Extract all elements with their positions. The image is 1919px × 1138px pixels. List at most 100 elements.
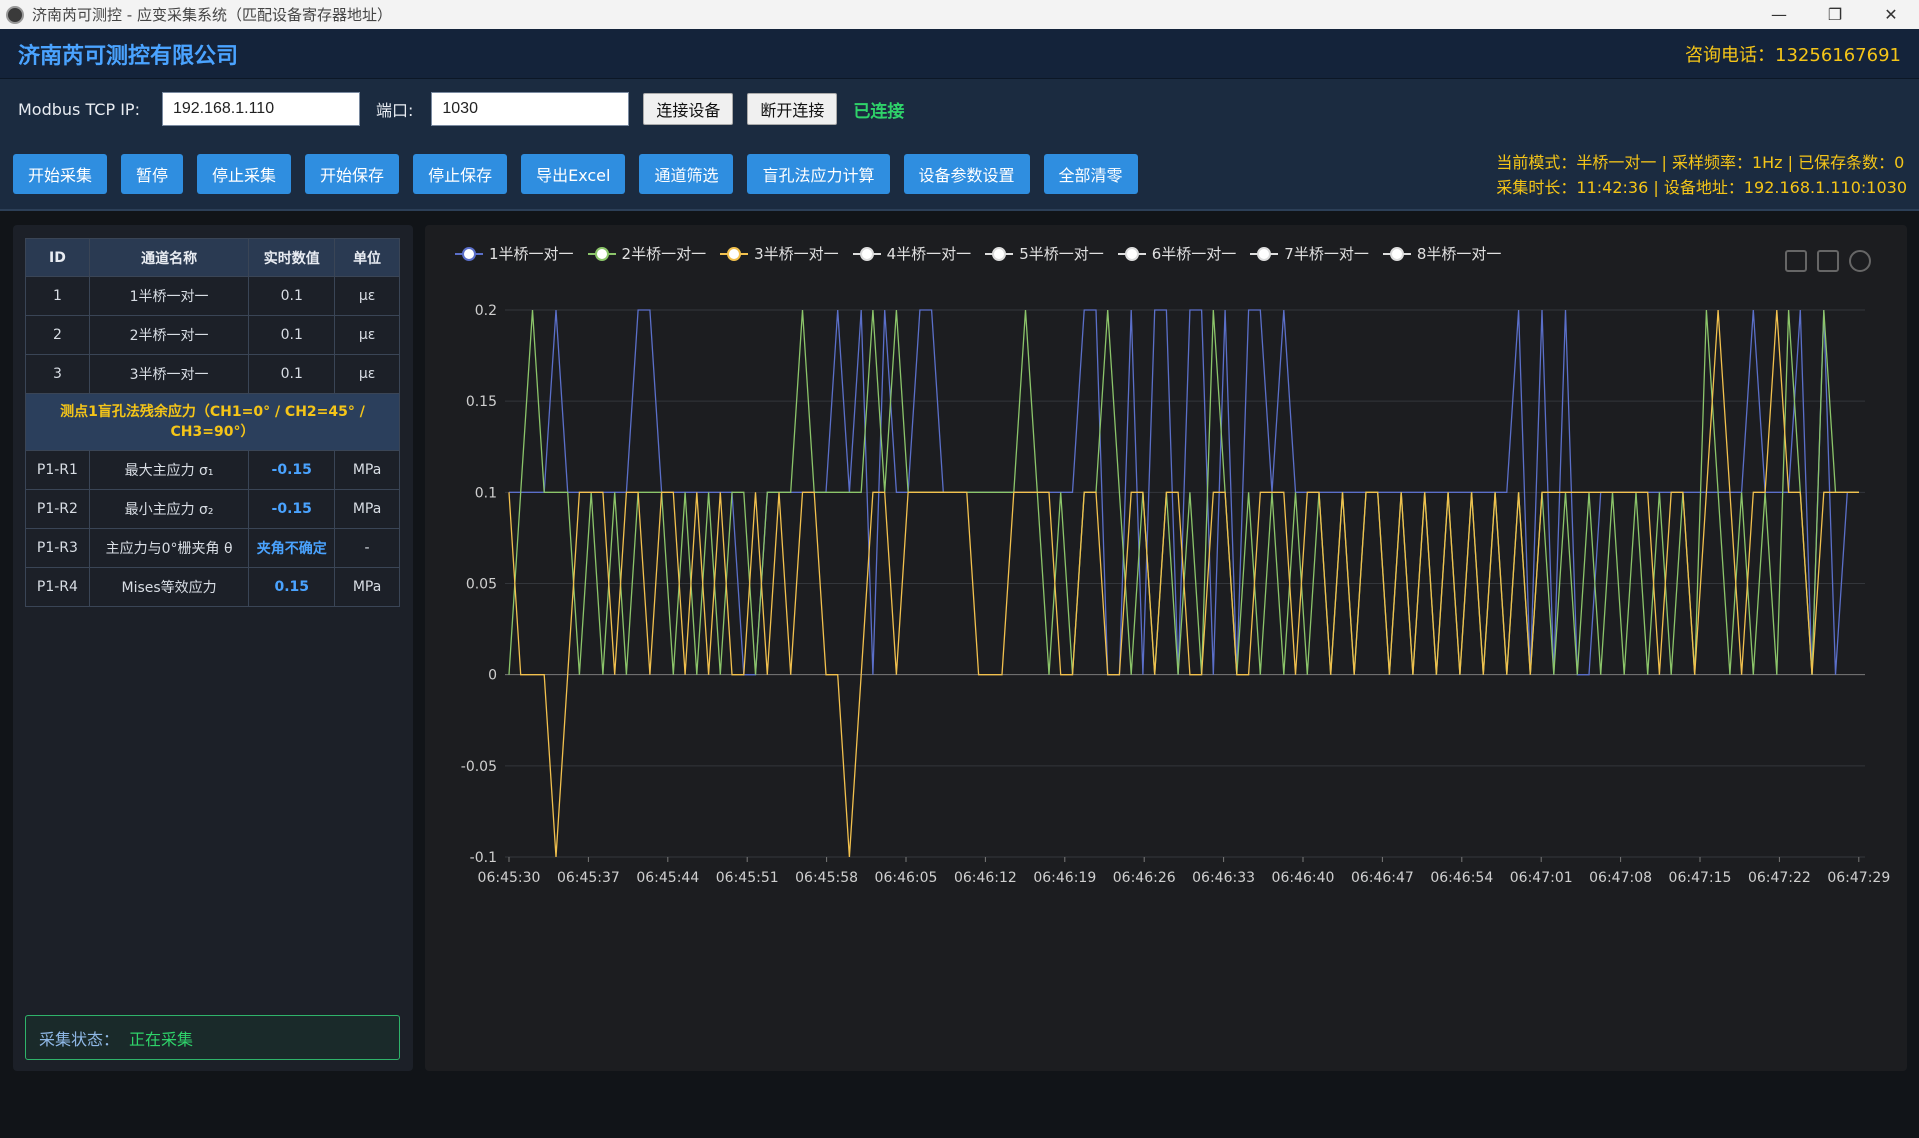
result-name: 最小主应力 σ₂ [88, 489, 250, 529]
x-tick-label: 06:45:30 [478, 870, 541, 886]
legend-label: 5半桥一对一 [1019, 245, 1104, 263]
strain-line-chart: 0.2 0.15 0.1 0.05 0 -0.05 -0.1 06:45:30 06:45:37… [461, 303, 1890, 886]
row-unit: με [334, 354, 400, 394]
row-id: 2 [25, 315, 90, 355]
y-tick-label: 0.05 [466, 577, 497, 593]
port-input[interactable] [431, 92, 630, 126]
result-name: Mises等效应力 [88, 567, 250, 607]
x-tick-label: 06:46:54 [1430, 870, 1493, 886]
legend-item[interactable]: 7半桥一对一 [1250, 243, 1369, 264]
x-tick-label: 06:45:37 [557, 870, 620, 886]
y-tick-label: 0 [488, 668, 497, 684]
x-tick-label: 06:46:40 [1272, 870, 1335, 886]
chart-toolbox [1775, 250, 1871, 272]
blind-hole-calc-button[interactable]: 盲孔法应力计算 [747, 154, 890, 194]
result-value: 0.15 [248, 567, 336, 607]
y-tick-label: 0.15 [466, 394, 497, 410]
legend-marker [720, 246, 749, 261]
window-titlebar: 济南芮可测控 - 应变采集系统（匹配设备寄存器地址） — ❐ ✕ [0, 0, 1919, 29]
legend-label: 1半桥一对一 [489, 245, 574, 263]
row-name: 1半桥一对一 [88, 276, 250, 316]
y-tick-label: -0.05 [461, 759, 497, 775]
legend-marker [985, 246, 1014, 261]
ip-input[interactable] [161, 92, 360, 126]
row-id: 3 [25, 354, 90, 394]
result-id: P1-R3 [25, 528, 90, 568]
table-header-row: ID 通道名称 实时数值 单位 [25, 238, 400, 277]
x-tick-label: 06:46:33 [1192, 870, 1255, 886]
x-tick-label: 06:46:19 [1033, 870, 1096, 886]
company-name: 济南芮可测控有限公司 [18, 43, 239, 69]
start-save-button[interactable]: 开始保存 [305, 154, 400, 194]
stop-save-button[interactable]: 停止保存 [413, 154, 508, 194]
legend-label: 2半桥一对一 [621, 245, 707, 263]
channel-table: ID 通道名称 实时数值 单位 1 1半桥一对一 0.1 με 2 2半桥一对一… [25, 238, 400, 607]
export-excel-button[interactable]: 导出Excel [521, 154, 626, 194]
window-title: 济南芮可测控 - 应变采集系统（匹配设备寄存器地址） [32, 6, 392, 24]
legend-item[interactable]: 4半桥一对一 [852, 243, 971, 264]
result-value: -0.15 [248, 489, 336, 529]
row-value: 0.1 [248, 276, 336, 316]
x-tick-label: 06:45:44 [636, 870, 699, 886]
legend-item[interactable]: 3半桥一对一 [720, 243, 839, 264]
info-line-duration: 采集时长：11:42:36 | 设备地址：192.168.1.110:1030 [1496, 178, 1907, 197]
refresh-icon[interactable] [1849, 250, 1871, 272]
result-row: P1-R1 最大主应力 σ₁ -0.15 MPa [25, 450, 400, 490]
table-row[interactable]: 2 2半桥一对一 0.1 με [25, 315, 400, 355]
legend-item[interactable]: 2半桥一对一 [587, 243, 707, 264]
close-button[interactable]: ✕ [1863, 0, 1919, 29]
acquisition-status-label: 采集状态： [39, 1029, 120, 1049]
minimize-button[interactable]: — [1751, 0, 1807, 29]
acquisition-info: 当前模式：半桥一对一 | 采样频率：1Hz | 已保存条数：0 采集时长：11:… [1496, 150, 1907, 200]
connection-bar: Modbus TCP IP: 端口: 连接设备 断开连接 已连接 [0, 79, 1919, 139]
chart-legend: 1半桥一对一 2半桥一对一 3半桥一对一 4半桥一对一 5半桥一对一 6半桥一对一 7半桥一… [455, 243, 1515, 264]
acquisition-status-value: 正在采集 [129, 1029, 194, 1049]
info-line-mode: 当前模式：半桥一对一 | 采样频率：1Hz | 已保存条数：0 [1496, 153, 1905, 172]
x-tick-label: 06:46:12 [954, 870, 1017, 886]
row-id: 1 [25, 276, 90, 316]
x-tick-label: 06:47:15 [1669, 870, 1732, 886]
result-id: P1-R1 [25, 450, 90, 490]
result-row: P1-R2 最小主应力 σ₂ -0.15 MPa [25, 489, 400, 529]
port-label: 端口: [375, 101, 414, 120]
x-tick-label: 06:47:01 [1510, 870, 1573, 886]
maximize-button[interactable]: ❐ [1807, 0, 1863, 29]
start-acquisition-button[interactable]: 开始采集 [13, 154, 108, 194]
result-unit: MPa [334, 450, 400, 490]
legend-item[interactable]: 6半桥一对一 [1117, 243, 1236, 264]
row-unit: με [334, 315, 400, 355]
y-tick-label: 0.2 [475, 303, 497, 319]
x-tick-label: 06:46:26 [1113, 870, 1176, 886]
result-row: P1-R3 主应力与0°栅夹角 θ 夹角不确定 - [25, 528, 400, 568]
result-unit: - [334, 528, 400, 568]
result-name: 主应力与0°栅夹角 θ [88, 528, 250, 568]
legend-item[interactable]: 8半桥一对一 [1382, 243, 1501, 264]
app-header: 济南芮可测控有限公司 咨询电话：13256167691 [0, 29, 1919, 79]
phone-number: 咨询电话：13256167691 [1685, 44, 1901, 66]
legend-marker [1117, 246, 1146, 261]
legend-marker [455, 246, 483, 261]
stop-acquisition-button[interactable]: 停止采集 [197, 154, 292, 194]
connect-button[interactable]: 连接设备 [643, 93, 734, 125]
result-id: P1-R4 [25, 567, 90, 607]
pause-button[interactable]: 暂停 [121, 154, 184, 194]
app-icon [6, 5, 24, 24]
header-unit: 单位 [334, 238, 400, 277]
table-row[interactable]: 1 1半桥一对一 0.1 με [25, 276, 400, 316]
table-row[interactable]: 3 3半桥一对一 0.1 με [25, 354, 400, 394]
clear-all-button[interactable]: 全部清零 [1043, 154, 1138, 194]
result-value: -0.15 [248, 450, 336, 490]
zoom-reset-icon[interactable] [1817, 250, 1839, 272]
disconnect-button[interactable]: 断开连接 [747, 93, 838, 125]
legend-item[interactable]: 5半桥一对一 [985, 243, 1104, 264]
result-name: 最大主应力 σ₁ [88, 450, 250, 490]
ip-label: Modbus TCP IP: [18, 99, 140, 119]
action-toolbar: 开始采集 暂停 停止采集 开始保存 停止保存 导出Excel 通道筛选 盲孔法应… [0, 139, 1919, 211]
legend-item[interactable]: 1半桥一对一 [455, 243, 574, 264]
x-tick-label: 06:45:58 [795, 870, 858, 886]
x-tick-label: 06:45:51 [716, 870, 779, 886]
y-tick-label: -0.1 [470, 850, 497, 866]
device-settings-button[interactable]: 设备参数设置 [903, 154, 1030, 194]
channel-filter-button[interactable]: 通道筛选 [639, 154, 734, 194]
zoom-icon[interactable] [1785, 250, 1807, 272]
